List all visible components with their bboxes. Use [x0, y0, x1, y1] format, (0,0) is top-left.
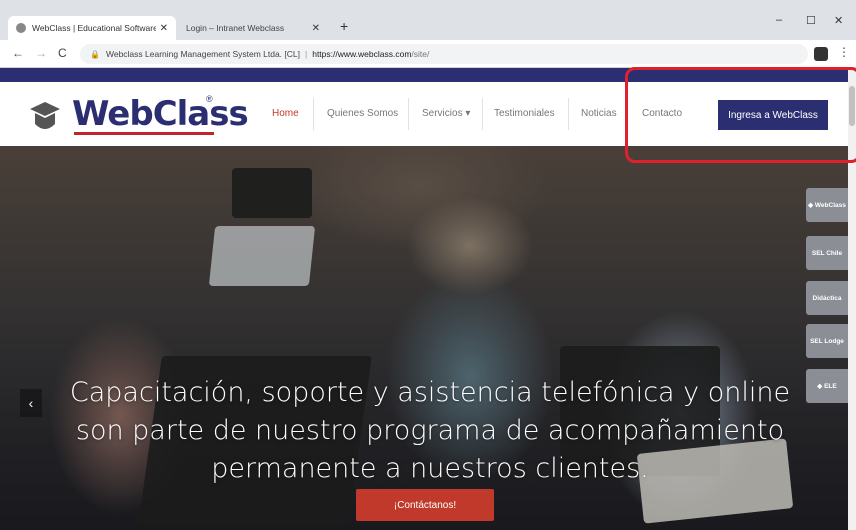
hero-line-2: son parte de nuestro programa de acompañ…	[75, 415, 785, 446]
hero-line-3: permanente a nuestros clientes.	[211, 453, 649, 484]
forward-button[interactable]: →	[35, 46, 47, 60]
address-bar[interactable]: 🔒 Webclass Learning Management System Lt…	[80, 44, 808, 64]
hero-banner: Capacitación, soporte y asistencia telef…	[0, 146, 848, 530]
tab-close-icon[interactable]: ✕	[160, 23, 168, 34]
browser-menu-icon[interactable]: ⋮	[838, 45, 850, 59]
hero-line-1: Capacitación, soporte y asistencia telef…	[69, 377, 791, 408]
site-identity: Webclass Learning Management System Ltda…	[105, 49, 300, 59]
maximize-button[interactable]: ☐	[806, 14, 816, 27]
minimize-button[interactable]: –	[776, 14, 782, 26]
highlight-annotation	[625, 67, 856, 163]
site-logo[interactable]: WebClass	[72, 94, 249, 134]
reload-button[interactable]: C	[58, 46, 67, 60]
menu-divider	[408, 98, 409, 130]
logo-registered-mark: ®	[206, 94, 213, 104]
tab-close-icon[interactable]: ✕	[312, 23, 320, 34]
nav-testimoniales[interactable]: Testimoniales	[494, 108, 555, 119]
menu-divider	[482, 98, 483, 130]
menu-divider	[568, 98, 569, 130]
slider-prev-button[interactable]: ‹	[20, 389, 42, 417]
browser-toolbar: ← → C 🔒 Webclass Learning Management Sys…	[0, 40, 856, 68]
new-tab-button[interactable]: +	[340, 18, 348, 34]
side-tab-webclass[interactable]: ◆ WebClass	[806, 188, 848, 222]
back-button[interactable]: ←	[12, 46, 24, 60]
browser-tab-bar: WebClass | Educational Software ✕ Login …	[0, 0, 856, 40]
nav-noticias[interactable]: Noticias	[581, 108, 617, 119]
lock-icon: 🔒	[90, 49, 100, 59]
side-tab-didactica[interactable]: Didáctica	[806, 281, 848, 315]
side-tab-sel-chile[interactable]: SEL Chile	[806, 236, 848, 270]
url-path: /site/	[411, 49, 430, 59]
close-window-button[interactable]: ✕	[834, 14, 843, 27]
contactanos-button[interactable]: ¡Contáctanos!	[356, 489, 494, 521]
nav-quienes-somos[interactable]: Quienes Somos	[327, 108, 398, 119]
graduation-cap-icon	[30, 102, 60, 129]
tab-intranet-login[interactable]: Login – Intranet Webclass ✕	[178, 16, 328, 40]
nav-servicios[interactable]: Servicios ▾	[422, 108, 470, 119]
side-tab-sel-lodge[interactable]: SEL Lodge	[806, 324, 848, 358]
profile-icon[interactable]	[814, 47, 828, 61]
menu-divider	[313, 98, 314, 130]
tab-webclass[interactable]: WebClass | Educational Software ✕	[8, 16, 176, 40]
logo-underline	[74, 132, 214, 135]
hero-headline: Capacitación, soporte y asistencia telef…	[60, 374, 800, 488]
tab-title: Login – Intranet Webclass	[186, 23, 285, 33]
nav-home[interactable]: Home	[272, 108, 299, 119]
url-domain: https://www.webclass.com	[312, 49, 412, 59]
side-tab-ele[interactable]: ◆ ELE	[806, 369, 848, 403]
address-separator: |	[305, 49, 308, 59]
favicon-icon	[16, 23, 26, 33]
tab-title: WebClass | Educational Software	[32, 23, 156, 33]
